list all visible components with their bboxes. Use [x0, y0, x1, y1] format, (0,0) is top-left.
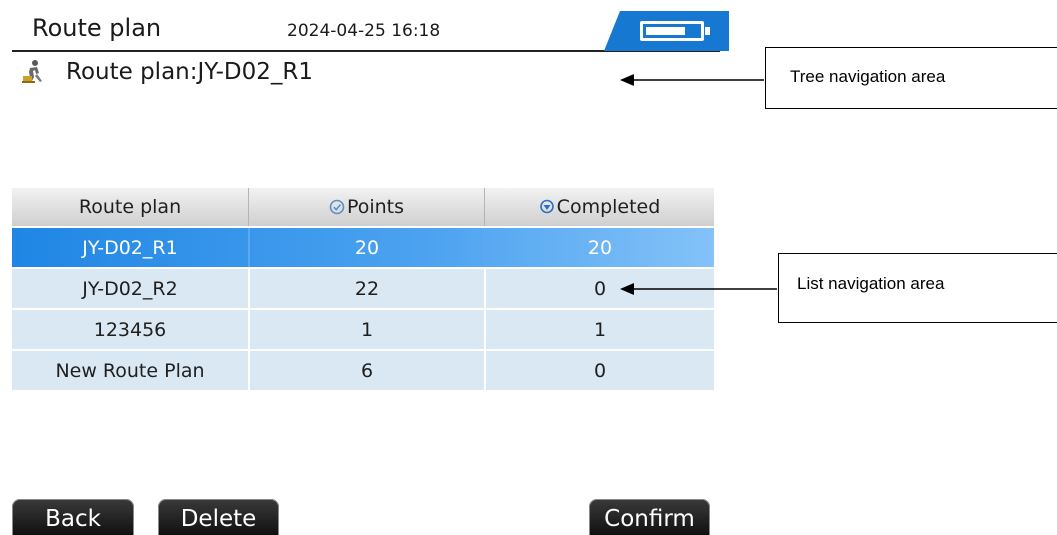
screen: Route plan 2024-04-25 16:18 Route plan:J…: [0, 0, 1057, 535]
list-navigation-callout: List navigation area: [778, 253, 1057, 323]
tree-navigation-callout: Tree navigation area: [765, 47, 1057, 109]
